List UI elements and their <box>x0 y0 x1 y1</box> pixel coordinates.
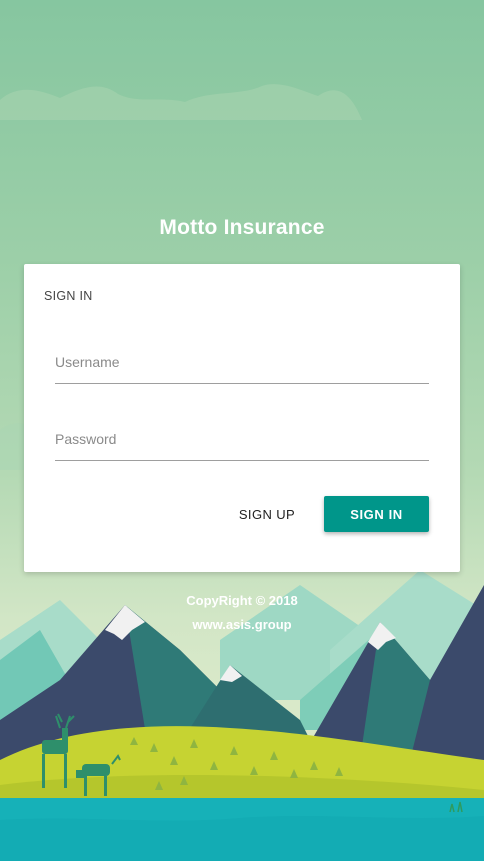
password-field[interactable] <box>55 417 429 461</box>
card-heading: SIGN IN <box>44 289 93 303</box>
sign-up-button[interactable]: SIGN UP <box>232 496 302 532</box>
water-ripple <box>0 816 484 861</box>
sign-in-button[interactable]: SIGN IN <box>324 496 429 532</box>
cloud-band <box>0 84 362 120</box>
app-title: Motto Insurance <box>159 216 325 239</box>
copyright-text: CopyRight © 2018 <box>186 593 298 608</box>
login-screen: Motto Insurance SIGN IN SIGN UP SIGN IN … <box>0 0 484 861</box>
website-link[interactable]: www.asis.group <box>0 617 484 632</box>
username-field[interactable] <box>55 340 429 384</box>
login-card: SIGN IN SIGN UP SIGN IN <box>24 264 460 572</box>
